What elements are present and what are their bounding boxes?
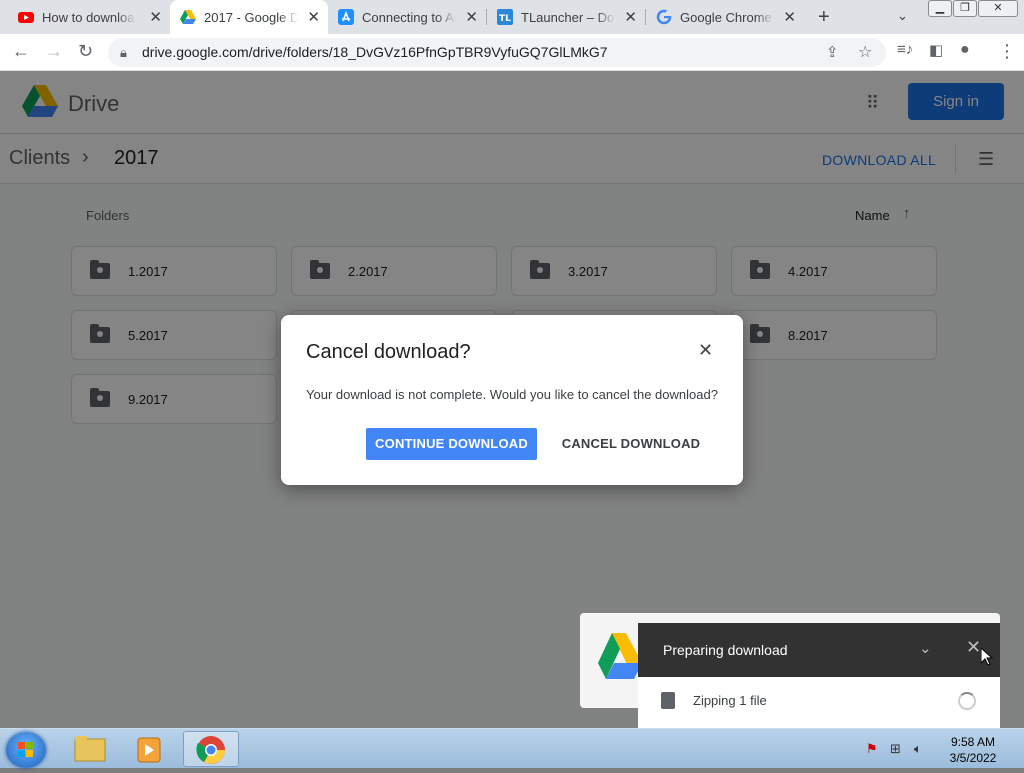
google-icon: [656, 9, 672, 25]
close-icon[interactable]: ✕: [698, 340, 713, 361]
maximize-button[interactable]: ❐: [953, 0, 977, 17]
tab-close-icon[interactable]: ✕: [783, 8, 796, 26]
chrome-icon: [196, 736, 225, 764]
side-panel-icon[interactable]: ◧: [929, 41, 943, 59]
download-panel-title: Preparing download: [663, 642, 788, 658]
chevron-down-icon[interactable]: ⌄: [919, 639, 932, 657]
app-store-icon: [338, 9, 354, 25]
bookmark-star-icon[interactable]: ☆: [858, 38, 872, 67]
tab-google-drive[interactable]: 2017 - Google Dr ✕: [170, 0, 328, 34]
tab-close-icon[interactable]: ✕: [465, 8, 478, 26]
svg-text:TL: TL: [499, 14, 511, 24]
tab-title: Google Chrome H: [680, 9, 774, 25]
file-explorer-taskbar-button[interactable]: [62, 731, 118, 767]
minimize-button[interactable]: ▁: [928, 0, 952, 17]
tab-strip: How to download ✕ 2017 - Google Dr ✕ Con…: [0, 0, 1024, 34]
forward-arrow-icon[interactable]: →: [45, 41, 63, 62]
tab-close-icon[interactable]: ✕: [624, 8, 637, 26]
tab-app-store[interactable]: Connecting to Ap ✕: [328, 0, 486, 34]
download-item-row: Zipping 1 file: [638, 677, 1000, 728]
media-player-icon: [137, 737, 161, 763]
cancel-download-button[interactable]: CANCEL DOWNLOAD: [561, 428, 701, 460]
url-text: drive.google.com/drive/folders/18_DvGVz1…: [142, 44, 608, 60]
tab-close-icon[interactable]: ✕: [307, 8, 320, 26]
google-drive-logo-icon: [598, 633, 642, 679]
windows-logo-icon: [18, 742, 33, 757]
tab-title: 2017 - Google Dr: [204, 9, 298, 25]
youtube-icon: [18, 9, 34, 25]
dialog-title: Cancel download?: [306, 341, 471, 363]
tab-title: TLauncher – Dow: [521, 9, 615, 25]
download-panel-header: Preparing download ⌄ ✕: [638, 623, 1000, 677]
tab-google-chrome-help[interactable]: Google Chrome H ✕: [646, 0, 804, 34]
mouse-cursor-icon: [981, 648, 993, 666]
cancel-download-dialog: Cancel download? ✕ Your download is not …: [281, 315, 743, 485]
download-progress-panel: Preparing download ⌄ ✕ Zipping 1 file: [638, 623, 1000, 728]
tab-title: How to download: [42, 9, 136, 25]
dialog-message: Your download is not complete. Would you…: [306, 387, 718, 402]
media-player-taskbar-button[interactable]: [122, 731, 178, 767]
tab-tlauncher[interactable]: TL TLauncher – Dow ✕: [487, 0, 645, 34]
tab-close-icon[interactable]: ✕: [149, 8, 162, 26]
google-drive-icon: [180, 9, 196, 25]
browser-toolbar: ← → ↻ 🔒︎ drive.google.com/drive/folders/…: [0, 34, 1024, 71]
tab-search-chevron-icon[interactable]: ⌄: [897, 8, 908, 24]
volume-icon[interactable]: 🔈︎: [914, 741, 922, 757]
media-control-icon[interactable]: ≡♪: [897, 41, 913, 58]
profile-avatar-icon[interactable]: ●: [960, 41, 970, 59]
tlauncher-icon: TL: [497, 9, 513, 25]
share-icon[interactable]: ⇪: [826, 38, 839, 67]
folder-icon: [74, 736, 106, 762]
clock-date: 3/5/2022: [949, 751, 997, 765]
chrome-taskbar-button[interactable]: [183, 731, 239, 767]
system-clock[interactable]: 9:58 AM 3/5/2022: [936, 734, 1010, 766]
windows-taskbar: ⚑ ⊞ 🔈︎ 9:58 AM 3/5/2022: [0, 728, 1024, 768]
windows-start-button[interactable]: [6, 732, 46, 768]
tab-title: Connecting to Ap: [362, 9, 456, 25]
network-icon[interactable]: ⊞: [890, 741, 901, 757]
reload-icon[interactable]: ↻: [78, 41, 93, 62]
download-item-label: Zipping 1 file: [693, 693, 767, 708]
address-bar[interactable]: 🔒︎ drive.google.com/drive/folders/18_DvG…: [108, 38, 886, 67]
new-tab-button[interactable]: +: [818, 6, 830, 29]
close-icon[interactable]: ✕: [966, 637, 981, 658]
loading-spinner-icon: [958, 692, 976, 710]
action-center-flag-icon[interactable]: ⚑: [866, 741, 878, 757]
chrome-menu-icon[interactable]: ⋮: [998, 41, 1016, 62]
lock-icon: 🔒︎: [120, 45, 127, 60]
clock-time: 9:58 AM: [950, 735, 996, 749]
close-window-button[interactable]: ✕: [978, 0, 1018, 17]
file-icon: [661, 692, 675, 709]
tab-youtube[interactable]: How to download ✕: [8, 0, 170, 34]
back-arrow-icon[interactable]: ←: [12, 41, 30, 62]
continue-download-button[interactable]: CONTINUE DOWNLOAD: [366, 428, 537, 460]
